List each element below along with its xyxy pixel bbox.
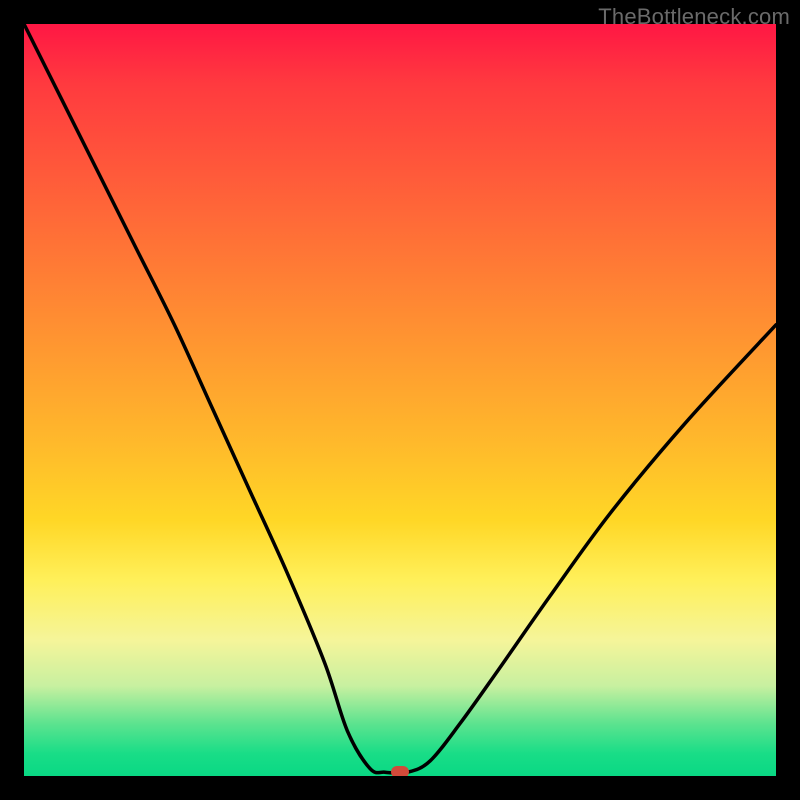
attribution-watermark: TheBottleneck.com — [598, 4, 790, 30]
chart-frame: TheBottleneck.com — [0, 0, 800, 800]
optimal-point-marker — [391, 766, 409, 776]
curve-path — [24, 24, 776, 773]
bottleneck-curve — [24, 24, 776, 776]
plot-area — [24, 24, 776, 776]
